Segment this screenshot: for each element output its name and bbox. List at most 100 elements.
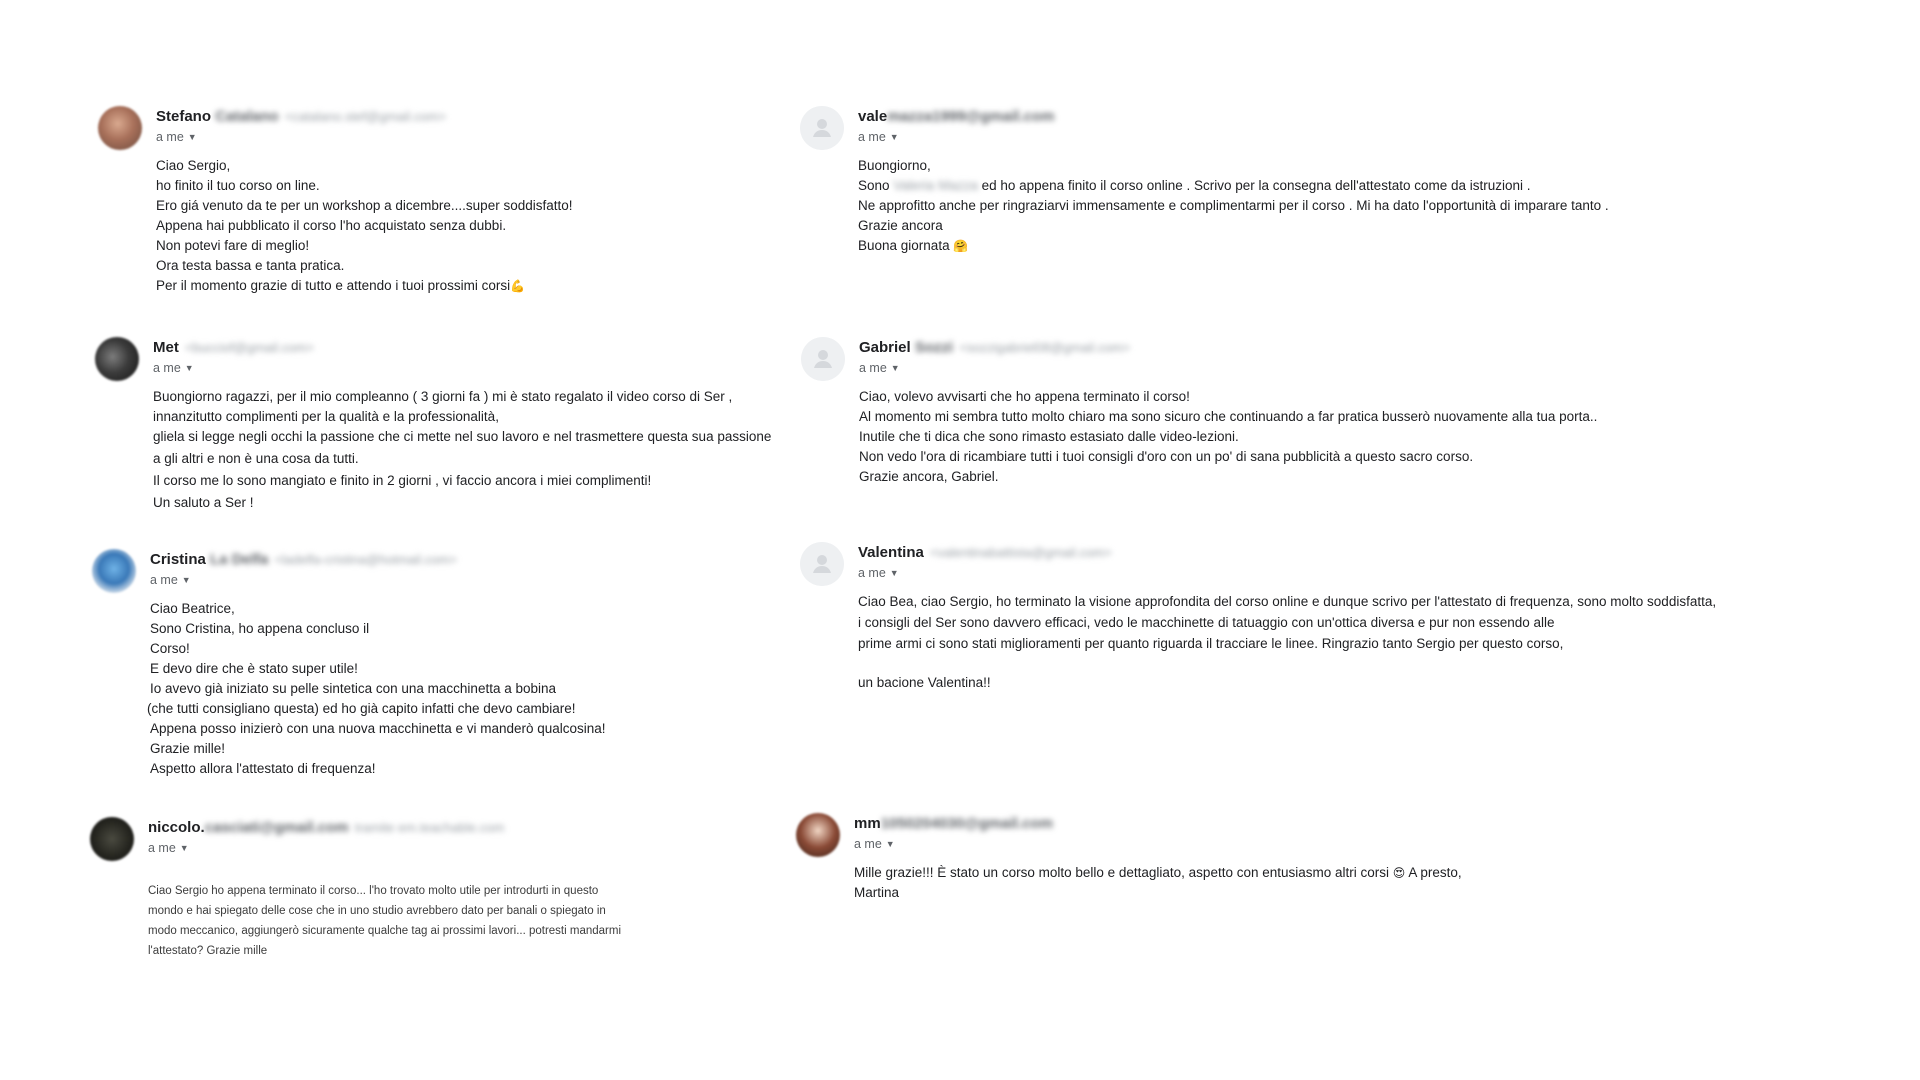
sender-via: tramite em.teachable.com [354, 820, 505, 835]
email-body: Ciao, volevo avvisarti che ho appena ter… [859, 387, 1597, 487]
sender[interactable]: niccolo.casciati@gmail.com tramite em.te… [148, 819, 504, 837]
sender-name: Met [153, 339, 179, 356]
sender[interactable]: Cristina La Delfa <ladelfa-cristina@hotm… [150, 551, 457, 569]
recipient-dropdown[interactable]: a me ▼ [156, 129, 197, 145]
sender-email: <catalano.stef@gmail.com> [284, 109, 447, 124]
body-line: prime armi ci sono stati miglioramenti p… [858, 636, 1564, 651]
heart-eyes-emoji: 😍 [1392, 866, 1406, 880]
recipient-label: a me [153, 361, 181, 375]
body-line: l'attestato? Grazie mille [148, 945, 268, 957]
sender-surname: Sozzi [914, 339, 954, 356]
chevron-down-icon[interactable]: ▼ [188, 132, 197, 142]
recipient-label: a me [858, 130, 886, 144]
sender-email: casciati@gmail.com [204, 819, 349, 836]
body-line: Ciao Beatrice, [150, 601, 235, 616]
recipient-label: a me [858, 566, 886, 580]
chevron-down-icon[interactable]: ▼ [182, 575, 191, 585]
body-line: Martina [854, 885, 900, 900]
body-line: modo meccanico, aggiungerò sicuramente q… [148, 925, 622, 937]
body-line: gliela si legge negli occhi la passione … [153, 429, 772, 444]
sender[interactable]: mm1050204030@gmail.com [854, 815, 1053, 833]
recipient-dropdown[interactable]: a me ▼ [858, 129, 899, 145]
body-line: a gli altri e non è una cosa da tutti. [153, 451, 359, 466]
avatar[interactable] [796, 813, 840, 857]
chevron-down-icon[interactable]: ▼ [180, 843, 189, 853]
body-line: Al momento mi sembra tutto molto chiaro … [859, 409, 1598, 424]
body-line: Mille grazie!!! È stato un corso molto b… [854, 865, 1462, 880]
sender[interactable]: Stefano Catalano <catalano.stef@gmail.co… [156, 108, 446, 126]
sender-name: Valentina [858, 544, 924, 561]
email-body: Buongiorno, Sono Valeria Mazza ed ho app… [858, 156, 1609, 256]
chevron-down-icon[interactable]: ▼ [890, 568, 899, 578]
sender-name: Cristina [150, 551, 206, 568]
body-line: Inutile che ti dica che sono rimasto est… [859, 429, 1239, 444]
sender-name: mm [854, 815, 881, 832]
body-line: ho finito il tuo corso on line. [156, 178, 320, 193]
recipient-label: a me [854, 837, 882, 851]
body-line: Sono Cristina, ho appena concluso il [150, 621, 370, 636]
email-body: Ciao Sergio, ho finito il tuo corso on l… [156, 156, 573, 296]
avatar[interactable] [800, 542, 844, 586]
avatar[interactable] [98, 106, 142, 150]
recipient-dropdown[interactable]: a me ▼ [854, 836, 895, 852]
avatar[interactable] [90, 817, 134, 861]
avatar[interactable] [95, 337, 139, 381]
sender-name: vale [858, 108, 888, 125]
redacted-name: Valeria Mazza [893, 178, 978, 193]
sender[interactable]: valemazza1999@gmail.com [858, 108, 1054, 126]
body-line: mondo e hai spiegato delle cose che in u… [148, 905, 606, 917]
default-avatar-icon [801, 337, 845, 381]
body-line: i consigli del Ser sono davvero efficaci… [858, 615, 1555, 630]
body-line: Ciao Sergio, [156, 158, 231, 173]
default-avatar-icon [800, 542, 844, 586]
recipient-dropdown[interactable]: a me ▼ [858, 565, 899, 581]
recipient-dropdown[interactable]: a me ▼ [153, 360, 194, 376]
body-line: Aspetto allora l'attestato di frequenza! [150, 761, 376, 776]
avatar[interactable] [92, 549, 136, 593]
recipient-dropdown[interactable]: a me ▼ [859, 360, 900, 376]
chevron-down-icon[interactable]: ▼ [185, 363, 194, 373]
body-line: Grazie ancora, Gabriel. [859, 469, 999, 484]
email-body: Buongiorno ragazzi, per il mio compleann… [153, 387, 771, 513]
email-body: Ciao Sergio ho appena terminato il corso… [148, 881, 621, 961]
sender-email: <bucciof@gmail.com> [185, 340, 314, 355]
body-line: Appena hai pubblicato il corso l'ho acqu… [156, 218, 507, 233]
recipient-label: a me [148, 841, 176, 855]
sender[interactable]: Gabriel Sozzi <sozzigabriel08@gmail.com> [859, 339, 1130, 357]
chevron-down-icon[interactable]: ▼ [886, 839, 895, 849]
flexed-biceps-emoji: 💪 [510, 279, 526, 293]
chevron-down-icon[interactable]: ▼ [891, 363, 900, 373]
body-line: Ora testa bassa e tanta pratica. [156, 258, 345, 273]
body-line: Ciao Sergio ho appena terminato il corso… [148, 885, 599, 897]
body-line: Sono Valeria Mazza ed ho appena finito i… [858, 178, 1531, 193]
body-line: Grazie ancora [858, 218, 943, 233]
body-line: Grazie mille! [150, 741, 226, 756]
body-line: un bacione Valentina!! [858, 675, 991, 690]
avatar[interactable] [801, 337, 845, 381]
recipient-dropdown[interactable]: a me ▼ [150, 572, 191, 588]
recipient-label: a me [150, 573, 178, 587]
body-line: Buona giornata 🤗 [858, 238, 969, 253]
body-line: Non potevi fare di meglio! [156, 238, 310, 253]
email-body: Ciao Bea, ciao Sergio, ho terminato la v… [858, 592, 1716, 693]
body-line: Ne approfitto anche per ringraziarvi imm… [858, 198, 1609, 213]
body-line: innanzitutto complimenti per la qualità … [153, 409, 499, 424]
body-line: Io avevo già iniziato su pelle sintetica… [150, 681, 557, 696]
email-body: Mille grazie!!! È stato un corso molto b… [854, 863, 1462, 903]
sender-name: Stefano [156, 108, 212, 125]
sender[interactable]: Valentina <valentinabattista@gmail.com> [858, 544, 1112, 562]
recipient-dropdown[interactable]: a me ▼ [148, 840, 189, 856]
body-line: Ciao Bea, ciao Sergio, ho terminato la v… [858, 594, 1717, 609]
chevron-down-icon[interactable]: ▼ [890, 132, 899, 142]
avatar[interactable] [800, 106, 844, 150]
body-line: Ciao, volevo avvisarti che ho appena ter… [859, 389, 1190, 404]
sender[interactable]: Met <bucciof@gmail.com> [153, 339, 314, 357]
hugging-face-emoji: 🤗 [953, 239, 969, 253]
body-line: Buongiorno ragazzi, per il mio compleann… [153, 389, 733, 404]
body-line: Il corso me lo sono mangiato e finito in… [153, 473, 652, 488]
body-line: E devo dire che è stato super utile! [150, 661, 358, 676]
body-line: Ero giá venuto da te per un workshop a d… [156, 198, 573, 213]
sender-email: 1050204030@gmail.com [880, 815, 1053, 832]
sender-email: <sozzigabriel08@gmail.com> [959, 340, 1131, 355]
sender-name: Gabriel [859, 339, 911, 356]
